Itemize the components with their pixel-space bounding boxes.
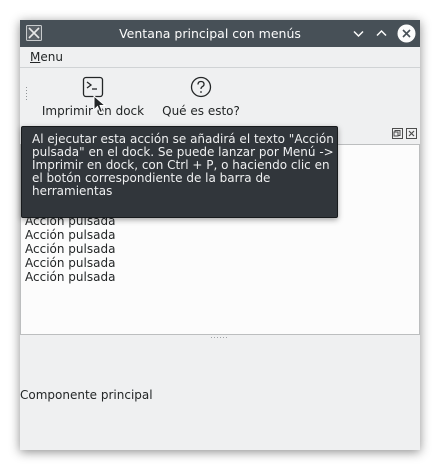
menu-item-menu[interactable]: Menu bbox=[30, 49, 63, 65]
minimize-button[interactable] bbox=[349, 24, 368, 43]
app-icon bbox=[26, 25, 42, 41]
help-icon bbox=[190, 76, 212, 98]
close-button[interactable] bbox=[397, 24, 416, 43]
central-widget-label: Componente principal bbox=[20, 388, 153, 402]
dock-line: Acción pulsada bbox=[25, 242, 116, 256]
dock-line: Acción pulsada bbox=[25, 228, 116, 242]
menu-item-label: enu bbox=[40, 50, 63, 64]
window-title: Ventana principal con menús bbox=[119, 26, 301, 41]
window-titlebar[interactable]: Ventana principal con menús bbox=[20, 20, 420, 47]
tooltip: Al ejecutar esta acción se añadirá el te… bbox=[21, 126, 338, 218]
menubar: Menu bbox=[20, 47, 420, 67]
dock-line: Acción pulsada bbox=[25, 270, 116, 284]
whats-this-label: Qué es esto? bbox=[162, 104, 240, 118]
dock-splitter-handle[interactable] bbox=[210, 336, 230, 339]
main-window: Ventana principal con menús Menu Imprimi… bbox=[20, 20, 420, 450]
dock-lines: Acción pulsada Acción pulsada Acción pul… bbox=[25, 214, 115, 284]
dock-close-button[interactable] bbox=[406, 128, 417, 139]
mouse-cursor-icon bbox=[93, 95, 107, 114]
tooltip-line: herramientas bbox=[32, 184, 113, 198]
menu-mnemonic: M bbox=[30, 50, 41, 64]
maximize-button[interactable] bbox=[372, 24, 391, 43]
dock-line: Acción pulsada bbox=[25, 256, 116, 270]
dock-float-button[interactable] bbox=[392, 128, 403, 139]
toolbar-grip-handle[interactable] bbox=[25, 86, 28, 102]
toolbar: Imprimir en dock Qué es esto? bbox=[20, 67, 420, 122]
whats-this-button[interactable]: Qué es esto? bbox=[158, 72, 244, 118]
